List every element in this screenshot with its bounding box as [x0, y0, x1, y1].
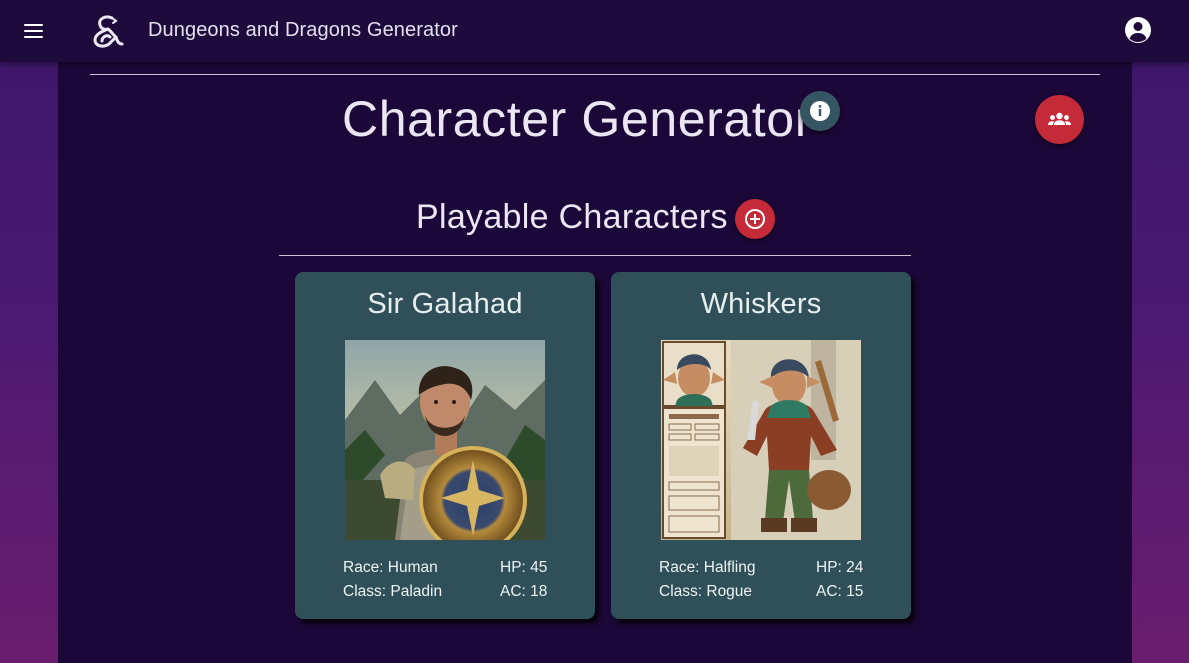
character-hp: HP: 45: [500, 559, 548, 576]
groups-icon: [1048, 112, 1071, 125]
page-title: Character Generator: [342, 91, 812, 147]
section-divider: [279, 255, 911, 256]
menu-button[interactable]: [18, 17, 50, 45]
info-button[interactable]: [800, 91, 840, 131]
character-class: Class: Paladin: [343, 583, 443, 600]
character-ac: AC: 18: [500, 583, 548, 600]
character-ac: AC: 15: [816, 583, 864, 600]
character-name: Sir Galahad: [367, 288, 523, 320]
character-portrait: [345, 340, 545, 540]
character-class: Class: Rogue: [659, 583, 753, 600]
section-title: Playable Characters: [416, 198, 728, 236]
app-bar: Dungeons and Dragons Generator: [0, 0, 1189, 62]
character-portrait: [661, 340, 861, 540]
character-race: Race: Halfling: [659, 559, 756, 576]
add-circle-icon: [745, 209, 765, 229]
character-hp: HP: 24: [816, 559, 864, 576]
account-circle-icon[interactable]: [1122, 14, 1154, 46]
menu-icon: [24, 24, 43, 26]
party-button[interactable]: [1035, 95, 1084, 144]
character-race: Race: Human: [343, 559, 438, 576]
top-divider: [90, 74, 1100, 75]
app-title: Dungeons and Dragons Generator: [148, 19, 458, 41]
character-name: Whiskers: [700, 288, 822, 320]
dnd-logo-icon[interactable]: [88, 12, 126, 50]
info-icon: [810, 101, 830, 121]
character-card[interactable]: Whiskers Race: Halfling Class: Rogue HP:…: [611, 272, 911, 619]
character-card[interactable]: Sir Galahad Race: Human Class: Paladin H…: [295, 272, 595, 619]
main-panel: Character Generator Playable Characters …: [58, 62, 1132, 663]
add-character-button[interactable]: [735, 199, 775, 239]
